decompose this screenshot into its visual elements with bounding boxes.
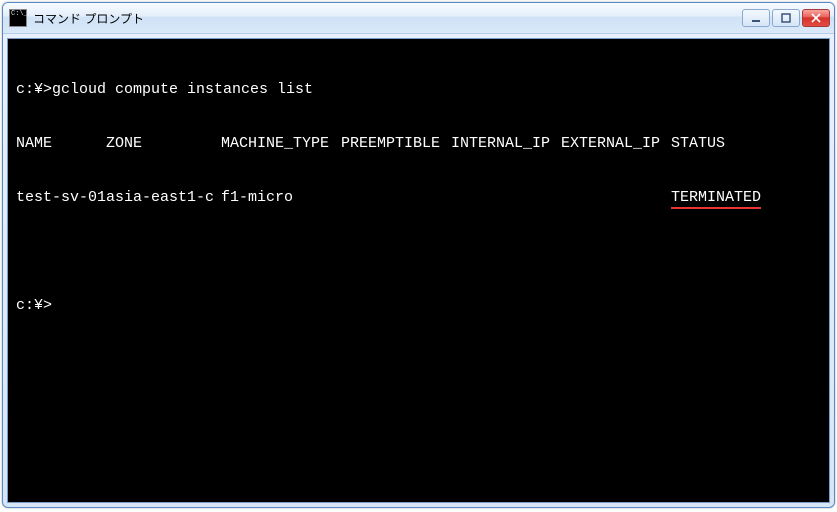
window-buttons bbox=[742, 9, 830, 27]
cell-zone: asia-east1-c bbox=[106, 189, 221, 207]
blank-line bbox=[16, 243, 821, 261]
cmd-icon bbox=[9, 9, 27, 27]
header-zone: ZONE bbox=[106, 135, 221, 153]
prompt: c:¥> bbox=[16, 81, 52, 98]
command-line: c:¥>gcloud compute instances list bbox=[16, 81, 821, 99]
header-machine-type: MACHINE_TYPE bbox=[221, 135, 341, 153]
cell-machine-type: f1-micro bbox=[221, 189, 341, 207]
close-button[interactable] bbox=[802, 9, 830, 27]
maximize-icon bbox=[781, 13, 791, 23]
close-icon bbox=[811, 13, 821, 23]
command-text: gcloud compute instances list bbox=[52, 81, 313, 98]
header-row: NAMEZONEMACHINE_TYPEPREEMPTIBLEINTERNAL_… bbox=[16, 135, 821, 153]
cell-status: TERMINATED bbox=[671, 189, 761, 207]
command-prompt-window: コマンド プロンプト c:¥>gcloud compute instances … bbox=[2, 2, 835, 508]
minimize-icon bbox=[751, 13, 761, 23]
header-external-ip: EXTERNAL_IP bbox=[561, 135, 671, 153]
cell-name: test-sv-01 bbox=[16, 189, 106, 207]
prompt: c:¥> bbox=[16, 297, 52, 314]
maximize-button[interactable] bbox=[772, 9, 800, 27]
table-row: test-sv-01asia-east1-cf1-micro TERMINATE… bbox=[16, 189, 821, 207]
status-value: TERMINATED bbox=[671, 189, 761, 209]
prompt-line: c:¥> bbox=[16, 297, 821, 315]
header-name: NAME bbox=[16, 135, 106, 153]
header-status: STATUS bbox=[671, 135, 725, 153]
cell-internal-ip bbox=[451, 189, 561, 207]
header-preemptible: PREEMPTIBLE bbox=[341, 135, 451, 153]
titlebar[interactable]: コマンド プロンプト bbox=[3, 3, 834, 34]
window-title: コマンド プロンプト bbox=[33, 10, 742, 27]
header-internal-ip: INTERNAL_IP bbox=[451, 135, 561, 153]
minimize-button[interactable] bbox=[742, 9, 770, 27]
terminal-area[interactable]: c:¥>gcloud compute instances list NAMEZO… bbox=[7, 38, 830, 503]
